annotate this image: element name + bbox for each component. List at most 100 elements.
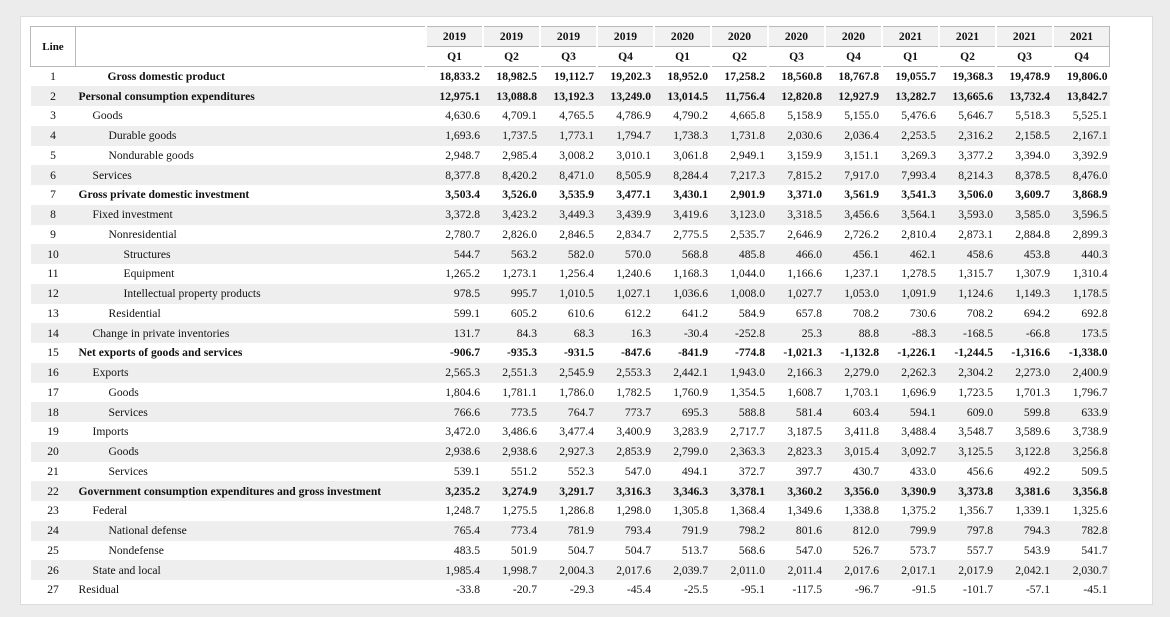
value-cell: 2,017.1 — [882, 560, 939, 580]
value-cell: 541.7 — [1053, 540, 1110, 561]
value-cell: 1,703.1 — [825, 382, 882, 403]
table-body: 1 Gross domestic product 18,833.2 18,982.5 1… — [30, 66, 1110, 600]
value-cell: 1,338.8 — [825, 501, 882, 521]
line-number-cell: 21 — [30, 461, 76, 482]
value-cell: 88.8 — [825, 323, 882, 343]
value-cell: 2,017.9 — [939, 560, 996, 580]
value-cell: 2,985.4 — [483, 145, 540, 166]
value-cell: 2,030.6 — [768, 125, 825, 146]
year-header-cell: 2021 — [995, 26, 1054, 47]
value-cell: 3,159.9 — [768, 145, 825, 166]
table-frame: Line 2019 2019 2019 2019 2020 2020 2020 2020 202… — [20, 16, 1153, 605]
value-cell: -1,021.3 — [768, 343, 825, 363]
value-cell: 1,943.0 — [711, 362, 768, 383]
value-cell: 633.9 — [1053, 402, 1110, 422]
value-cell: 3,486.6 — [483, 422, 540, 442]
value-cell: 978.5 — [426, 283, 483, 304]
table-row: 18 Services 766.6 773.5 764.7 773.7 695.3 588.8… — [30, 402, 1110, 422]
value-cell: 494.1 — [654, 461, 711, 482]
value-cell: 3,392.9 — [1053, 145, 1110, 166]
value-cell: 8,476.0 — [1053, 165, 1110, 185]
value-cell: 2,036.4 — [825, 125, 882, 146]
value-cell: -906.7 — [426, 343, 483, 363]
value-cell: 1,307.9 — [996, 264, 1053, 284]
value-cell: 3,346.3 — [654, 481, 711, 501]
value-cell: 2,846.5 — [540, 224, 597, 245]
table-row: 11 Equipment 1,265.2 1,273.1 1,256.4 1,240.6 1… — [30, 264, 1110, 284]
row-label-cell: Equipment — [75, 264, 426, 284]
table-row: 5 Nondurable goods 2,948.7 2,985.4 3,008.2 3,… — [30, 145, 1110, 166]
line-number-cell: 11 — [30, 264, 76, 284]
row-label-cell: Imports — [75, 422, 426, 442]
table-row: 15 Net exports of goods and services -906.… — [30, 343, 1110, 363]
quarter-header-cell: Q4 — [824, 46, 883, 67]
value-cell: 1,985.4 — [426, 560, 483, 580]
value-cell: 2,158.5 — [996, 125, 1053, 146]
value-cell: -117.5 — [768, 580, 825, 600]
table-row: 13 Residential 599.1 605.2 610.6 612.2 641.2 58… — [30, 303, 1110, 324]
value-cell: 440.3 — [1053, 244, 1110, 264]
row-label-cell: Nondurable goods — [75, 145, 426, 166]
value-cell: 3,235.2 — [426, 481, 483, 501]
table-row: 21 Services 539.1 551.2 552.3 547.0 494.1 372.7… — [30, 461, 1110, 482]
value-cell: -29.3 — [540, 580, 597, 600]
table-row: 2 Personal consumption expenditures 12,975… — [30, 86, 1110, 106]
value-cell: 13,088.8 — [483, 86, 540, 106]
table-row: 8 Fixed investment 3,372.8 3,423.2 3,449.3 3,… — [30, 204, 1110, 225]
value-cell: 3,256.8 — [1053, 441, 1110, 462]
value-cell: 1,044.0 — [711, 264, 768, 284]
value-cell: 793.4 — [597, 520, 654, 541]
value-cell: 1,339.1 — [996, 501, 1053, 521]
value-cell: -841.9 — [654, 343, 711, 363]
value-cell: 3,356.8 — [1053, 481, 1110, 501]
value-cell: 2,646.9 — [768, 224, 825, 245]
value-cell: 3,439.9 — [597, 204, 654, 225]
value-cell: 8,377.8 — [426, 165, 483, 185]
value-cell: 568.6 — [711, 540, 768, 561]
value-cell: 3,411.8 — [825, 422, 882, 442]
value-cell: 3,283.9 — [654, 422, 711, 442]
row-label-cell: Federal — [75, 501, 426, 521]
value-cell: -33.8 — [426, 580, 483, 600]
line-number-cell: 9 — [30, 224, 76, 245]
value-cell: 1,701.3 — [996, 382, 1053, 403]
value-cell: 3,291.7 — [540, 481, 597, 501]
table-row: 22 Government consumption expenditures an… — [30, 481, 1110, 501]
value-cell: 609.0 — [939, 402, 996, 422]
value-cell: 8,505.9 — [597, 165, 654, 185]
line-number-cell: 15 — [30, 343, 76, 363]
value-cell: 3,400.9 — [597, 422, 654, 442]
line-number-cell: 2 — [30, 86, 76, 106]
value-cell: 18,982.5 — [483, 66, 540, 87]
table-row: 17 Goods 1,804.6 1,781.1 1,786.0 1,782.5 1,760… — [30, 382, 1110, 403]
value-cell: 2,304.2 — [939, 362, 996, 383]
year-header-cell: 2021 — [881, 26, 940, 47]
quarter-header-cell: Q3 — [539, 46, 598, 67]
line-number-cell: 18 — [30, 402, 76, 422]
line-number-cell: 3 — [30, 106, 76, 126]
value-cell: 1,354.5 — [711, 382, 768, 403]
value-cell: -1,226.1 — [882, 343, 939, 363]
line-number-cell: 20 — [30, 441, 76, 462]
value-cell: -1,244.5 — [939, 343, 996, 363]
value-cell: 1,027.1 — [597, 283, 654, 304]
value-cell: 594.1 — [882, 402, 939, 422]
value-cell: 612.2 — [597, 303, 654, 324]
value-cell: 13,249.0 — [597, 86, 654, 106]
row-label-cell: Services — [75, 165, 426, 185]
value-cell: 3,589.6 — [996, 422, 1053, 442]
value-cell: 3,477.1 — [597, 185, 654, 205]
value-cell: 1,124.6 — [939, 283, 996, 304]
value-cell: 547.0 — [597, 461, 654, 482]
value-cell: 18,767.8 — [825, 66, 882, 87]
value-cell: 573.7 — [882, 540, 939, 561]
year-header-cell: 2019 — [425, 26, 484, 47]
value-cell: 3,564.1 — [882, 204, 939, 225]
value-cell: 1,375.2 — [882, 501, 939, 521]
value-cell: 3,372.8 — [426, 204, 483, 225]
value-cell: 2,775.5 — [654, 224, 711, 245]
value-cell: 462.1 — [882, 244, 939, 264]
value-cell: 582.0 — [540, 244, 597, 264]
value-cell: 513.7 — [654, 540, 711, 561]
value-cell: 791.9 — [654, 520, 711, 541]
